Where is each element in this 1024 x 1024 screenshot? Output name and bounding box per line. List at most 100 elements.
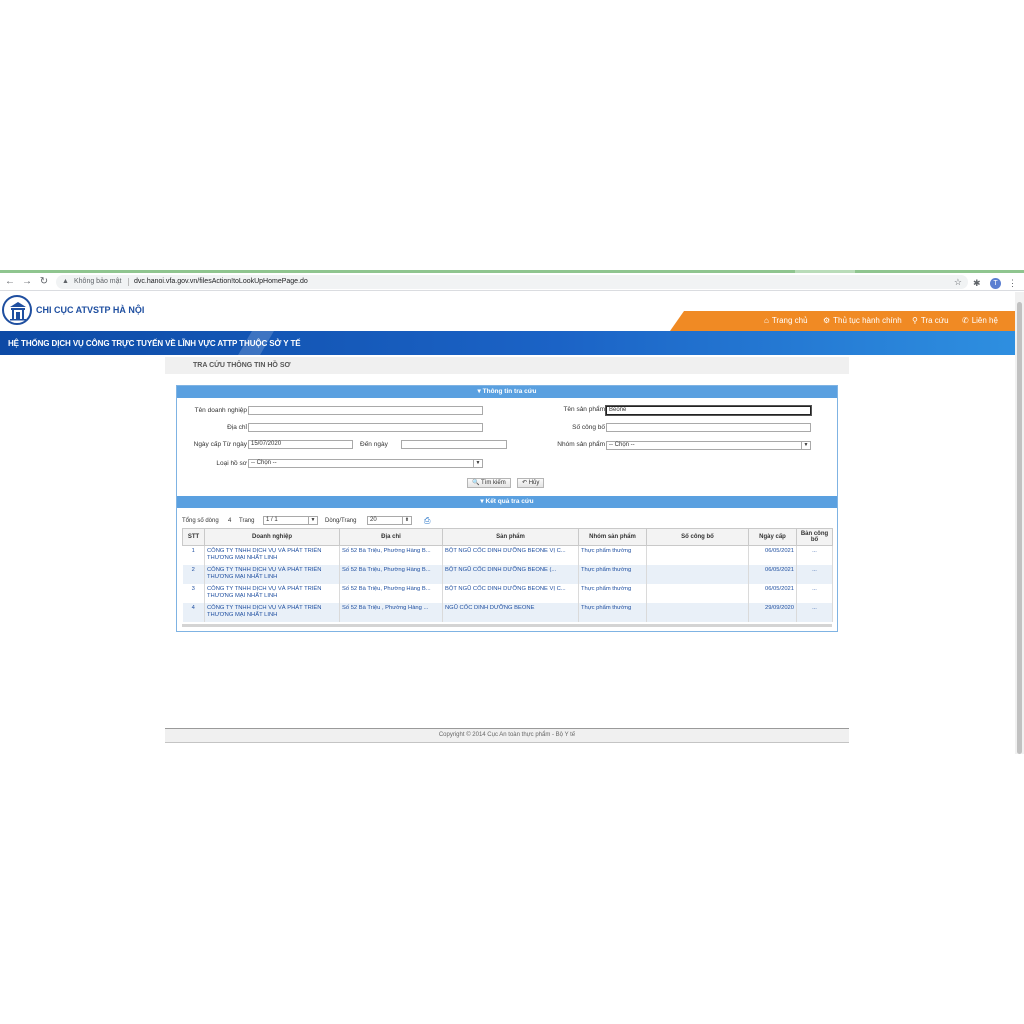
results-section-title: Kết quả tra cứu [485,498,534,505]
search-section-title: Thông tin tra cứu [482,388,537,395]
nav-lookup[interactable]: ⚲ Tra cứu [912,316,949,326]
col-header-stt[interactable]: STT [182,528,205,546]
cell-address[interactable]: Số 52 Bà Triệu, Phường Hàng B... [339,564,443,584]
company-label: Tên doanh nghiệp [194,407,247,414]
product-group-value: -- Chọn -- [609,442,635,448]
logo[interactable] [2,295,32,325]
cell-declaration-no [646,545,749,565]
chevron-down-icon[interactable]: ▼ [801,442,810,449]
product-name-input[interactable]: Beone [606,406,811,415]
org-name[interactable]: CHI CỤC ATVSTP HÀ NỘI [36,305,144,315]
results-section-header[interactable]: ▾ Kết quả tra cứu [177,496,837,508]
declaration-no-input[interactable] [606,423,811,432]
nav-contact[interactable]: ✆ Liên hệ [962,316,998,326]
chevron-down-icon[interactable]: ▼ [473,460,482,467]
col-header-address[interactable]: Địa chỉ [339,528,443,546]
results-table: STT Doanh nghiệp Địa chỉ Sản phẩm Nhóm s… [182,528,833,622]
product-group-select[interactable]: -- Chọn -- ▼ [606,441,811,450]
to-date-label: Đến ngày [360,441,388,448]
security-label[interactable]: Không bảo mật [74,277,121,287]
col-header-company[interactable]: Doanh nghiệp [204,528,340,546]
lookup-panel: ▾ Thông tin tra cứu Tên doanh nghiệp Địa… [176,385,838,632]
phone-icon: ✆ [962,316,969,325]
table-row[interactable]: 2 CÔNG TY TNHH DỊCH VỤ VÀ PHÁT TRIỂN THƯ… [182,564,833,584]
table-row[interactable]: 1 CÔNG TY TNHH DỊCH VỤ VÀ PHÁT TRIỂN THƯ… [182,545,833,565]
nav-procedures[interactable]: ⚙ Thủ tục hành chính [823,316,902,326]
rows-per-page-stepper[interactable]: 20 ⬍ [367,516,412,525]
page-scrollbar[interactable] [1015,292,1024,754]
cell-document-link[interactable]: ... [796,583,833,603]
col-header-document[interactable]: Bản công bố [796,528,833,546]
address-bar[interactable]: ▲ Không bảo mật dvc.hanoi.vfa.gov.vn/fil… [56,275,968,289]
undo-icon: ↶ [522,480,528,486]
nav-home[interactable]: ⌂ Trang chủ [764,316,808,326]
col-header-product[interactable]: Sản phẩm [442,528,579,546]
pagoda-logo-icon [10,302,26,321]
warning-icon[interactable]: ▲ [62,277,69,287]
scrollbar-thumb[interactable] [1017,302,1022,754]
search-button[interactable]: 🔍 Tìm kiếm [467,478,511,488]
system-banner: HỆ THỐNG DỊCH VỤ CÔNG TRỰC TUYẾN VỀ LĨNH… [0,331,1015,355]
col-header-group[interactable]: Nhóm sản phẩm [578,528,647,546]
cell-document-link[interactable]: ... [796,545,833,565]
product-name-label: Tên sản phẩm [563,406,605,413]
cell-company[interactable]: CÔNG TY TNHH DỊCH VỤ VÀ PHÁT TRIỂN THƯƠN… [204,602,340,622]
cell-address[interactable]: Số 52 Bà Triệu, Phường Hàng B... [339,583,443,603]
page-title-bar: TRA CỨU THÔNG TIN HỒ SƠ [165,357,849,374]
back-arrow-icon[interactable]: ← [4,276,16,288]
go-page-icon[interactable]: ⎙ [424,517,430,525]
file-type-select[interactable]: -- Chọn -- ▼ [248,459,483,468]
rows-label: Dòng/Trang [325,518,357,524]
cell-stt: 4 [182,602,205,622]
cell-company[interactable]: CÔNG TY TNHH DỊCH VỤ VÀ PHÁT TRIỂN THƯƠN… [204,564,340,584]
company-input[interactable] [248,406,483,415]
star-icon[interactable]: ☆ [954,276,962,288]
cell-company[interactable]: CÔNG TY TNHH DỊCH VỤ VÀ PHÁT TRIỂN THƯƠN… [204,545,340,565]
gear-icon: ⚙ [823,316,831,325]
cell-document-link[interactable]: ... [796,602,833,622]
reload-icon[interactable]: ↻ [38,276,50,288]
col-header-date[interactable]: Ngày cấp [748,528,797,546]
table-scrollbar[interactable] [182,624,832,627]
cell-document-link[interactable]: ... [796,564,833,584]
col-header-declaration-no[interactable]: Số công bố [646,528,749,546]
home-icon: ⌂ [764,316,769,325]
file-type-value: -- Chọn -- [251,460,277,466]
cell-product[interactable]: BỘT NGŨ CỐC DINH DƯỠNG BEONE (... [442,564,579,584]
cell-product[interactable]: BỘT NGŨ CỐC DINH DƯỠNG BEONE VỊ C... [442,583,579,603]
browser-window: ← → ↻ ▲ Không bảo mật dvc.hanoi.vfa.gov.… [0,270,1024,754]
cell-date: 06/05/2021 [748,545,797,565]
cell-group: Thực phẩm thường [578,602,647,622]
table-row[interactable]: 3 CÔNG TY TNHH DỊCH VỤ VÀ PHÁT TRIỂN THƯ… [182,583,833,603]
puzzle-icon[interactable]: ✱ [973,278,981,288]
nav-contact-label: Liên hệ [971,316,998,325]
cell-stt: 3 [182,583,205,603]
stepper-arrows-icon[interactable]: ⬍ [402,517,411,524]
avatar[interactable]: T [990,278,1001,289]
cell-address[interactable]: Số 52 Bà Triệu, Phường Hàng B... [339,545,443,565]
cell-product[interactable]: BỘT NGŨ CỐC DINH DƯỠNG BEONE VỊ C... [442,545,579,565]
from-date-input[interactable]: 15/07/2020 [248,440,353,449]
cancel-button[interactable]: ↶ Hủy [517,478,545,488]
cancel-button-label: Hủy [528,480,540,486]
total-label: Tổng số dòng [182,518,219,524]
address-toolbar: ← → ↻ ▲ Không bảo mật dvc.hanoi.vfa.gov.… [0,273,1024,291]
cell-date: 06/05/2021 [748,564,797,584]
url-text[interactable]: dvc.hanoi.vfa.gov.vn/filesAction!toLookU… [134,277,308,287]
cell-company[interactable]: CÔNG TY TNHH DỊCH VỤ VÀ PHÁT TRIỂN THƯƠN… [204,583,340,603]
forward-arrow-icon[interactable]: → [21,276,33,288]
kebab-menu-icon[interactable]: ⋮ [1008,277,1017,289]
cell-product[interactable]: NGŨ CỐC DINH DƯỠNG BEONE [442,602,579,622]
chevron-down-icon[interactable]: ▼ [308,517,317,524]
table-header-row: STT Doanh nghiệp Địa chỉ Sản phẩm Nhóm s… [182,528,833,546]
cell-group: Thực phẩm thường [578,564,647,584]
declaration-no-label: Số công bố [572,424,605,431]
system-title: HỆ THỐNG DỊCH VỤ CÔNG TRỰC TUYẾN VỀ LĨNH… [8,339,301,348]
table-row[interactable]: 4 CÔNG TY TNHH DỊCH VỤ VÀ PHÁT TRIỂN THƯ… [182,602,833,622]
cell-address[interactable]: Số 52 Bà Triệu , Phường Hàng ... [339,602,443,622]
page-select[interactable]: 1 / 1 ▼ [263,516,318,525]
search-section-header[interactable]: ▾ Thông tin tra cứu [177,386,837,398]
address-input[interactable] [248,423,483,432]
product-group-label: Nhóm sản phẩm [557,441,605,448]
to-date-input[interactable] [401,440,507,449]
